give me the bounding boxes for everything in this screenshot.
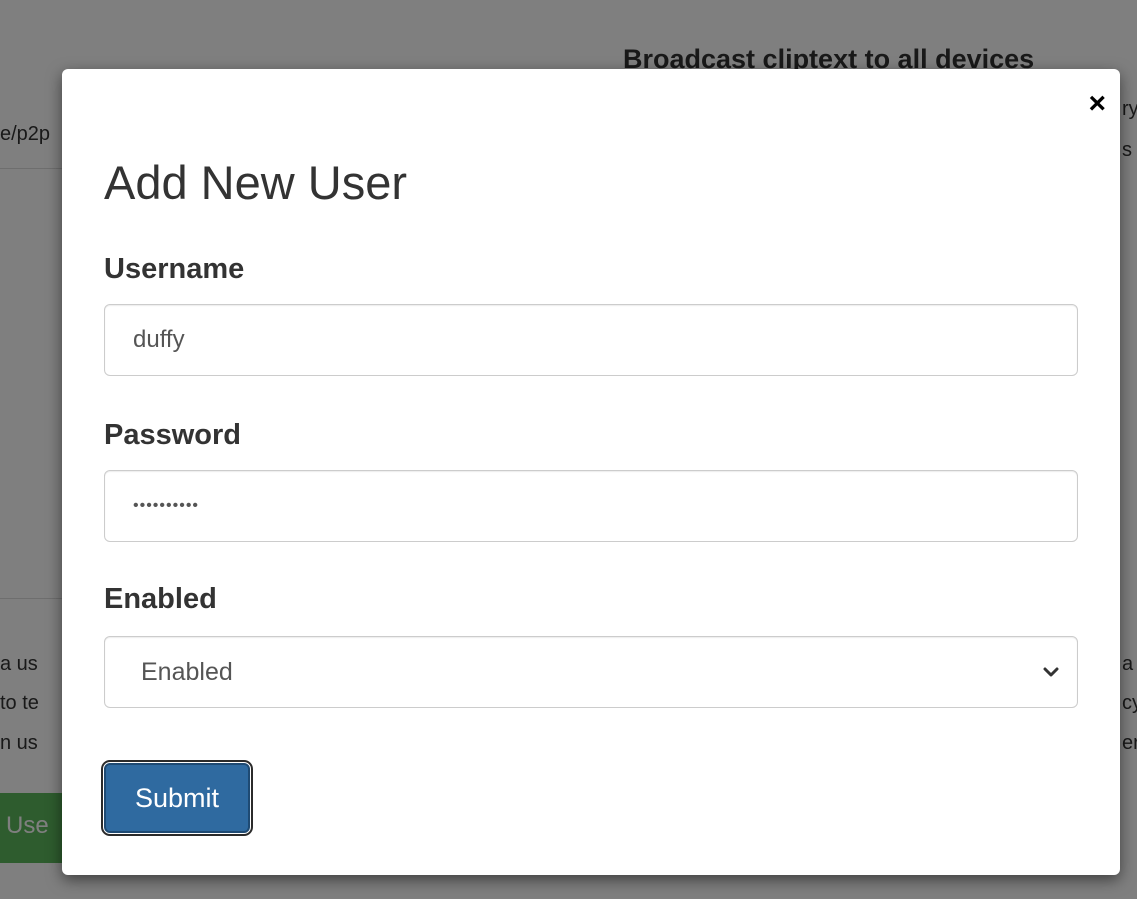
modal-title: Add New User: [104, 156, 407, 209]
enabled-select[interactable]: Enabled: [104, 636, 1078, 708]
username-value: duffy: [133, 326, 185, 353]
username-input[interactable]: duffy: [104, 304, 1078, 376]
password-masked-value: ••••••••••: [133, 497, 200, 514]
close-button[interactable]: ×: [1088, 89, 1106, 119]
password-input[interactable]: ••••••••••: [104, 470, 1078, 542]
username-label: Username: [104, 253, 245, 285]
submit-button[interactable]: Submit: [101, 760, 253, 836]
chevron-down-icon: [1043, 667, 1059, 677]
enabled-selected-value: Enabled: [141, 657, 233, 686]
enabled-label: Enabled: [104, 583, 217, 615]
page: Broadcast cliptext to all devices e/p2p …: [0, 0, 1137, 899]
password-label: Password: [104, 419, 241, 451]
add-user-modal: × Add New User Username duffy Password •…: [62, 69, 1120, 875]
